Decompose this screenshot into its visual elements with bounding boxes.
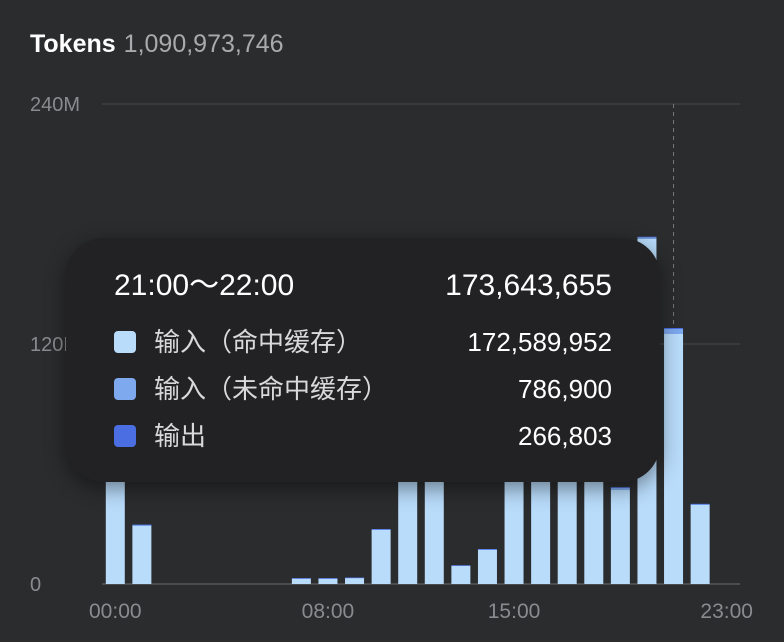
cached-input-swatch <box>114 331 136 353</box>
bar-segment <box>451 565 471 566</box>
bar-segment <box>664 334 684 584</box>
bar-segment <box>504 472 524 584</box>
tooltip-value: 786,900 <box>518 374 612 404</box>
bar-segment <box>132 524 152 526</box>
bar-segment <box>371 530 391 584</box>
tooltip-row-uncached-input: 输入（未命中缓存） 786,900 <box>114 371 612 407</box>
tooltip-row-output: 输出 266,803 <box>114 418 612 454</box>
output-swatch <box>114 425 136 447</box>
bar-segment <box>318 578 338 579</box>
tooltip-label: 输出 <box>154 421 207 451</box>
bar-segment <box>610 487 630 488</box>
bar-segment <box>132 526 152 584</box>
tooltip-header: 21:00～22:00 173,643,655 <box>114 268 612 304</box>
tooltip-value: 266,803 <box>518 421 612 451</box>
bar-segment <box>531 470 551 584</box>
bar-segment <box>451 566 471 584</box>
bar-segment <box>318 578 338 584</box>
x-tick-label: 15:00 <box>488 600 541 623</box>
tooltip-label: 输入（未命中缓存） <box>154 374 389 404</box>
x-tick-label: 23:00 <box>700 600 753 623</box>
bar-segment <box>345 577 365 579</box>
bar-segment <box>371 529 391 530</box>
bar-segment <box>557 472 577 584</box>
bar-segment <box>664 329 684 334</box>
bar-segment <box>291 578 311 579</box>
y-tick-label: 240M <box>30 94 80 116</box>
bar-segment <box>105 470 125 584</box>
y-tick-label: 0 <box>30 574 41 596</box>
bar-segment <box>610 490 630 584</box>
bar-segment <box>690 505 710 584</box>
tooltip-total: 173,643,655 <box>445 269 612 302</box>
bar-segment <box>584 478 604 584</box>
x-tick-label: 00:00 <box>89 600 142 623</box>
tooltip-value: 172,589,952 <box>467 327 612 357</box>
tooltip-label: 输入（命中缓存） <box>154 327 363 357</box>
x-tick-label: 08:00 <box>302 600 355 623</box>
bar-segment <box>664 328 684 329</box>
chart-tooltip: 21:00～22:00 173,643,655 输入（命中缓存） 172,589… <box>66 238 660 482</box>
uncached-input-swatch <box>114 378 136 400</box>
bar-segment <box>690 503 710 505</box>
bar-segment <box>637 237 657 239</box>
bar-segment <box>477 550 497 584</box>
bar-segment <box>637 236 657 238</box>
bar-segment <box>477 549 497 550</box>
bar-segment <box>610 487 630 490</box>
tooltip-row-cached-input: 输入（命中缓存） 172,589,952 <box>114 324 612 360</box>
bar-segment <box>291 578 311 584</box>
tooltip-time-range: 21:00～22:00 <box>114 269 295 302</box>
bar-segment <box>345 578 365 584</box>
